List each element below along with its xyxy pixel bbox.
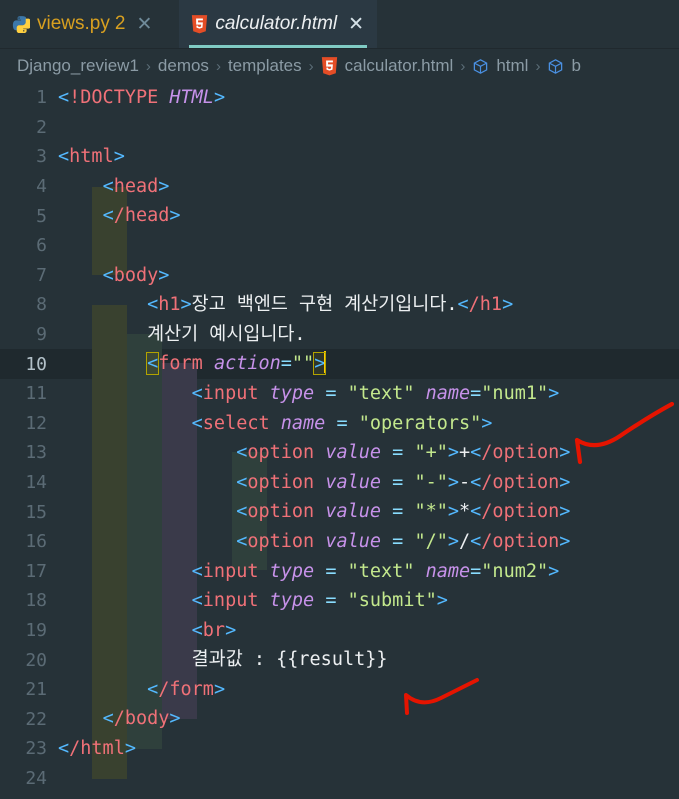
code-line-24[interactable]: 24 (0, 764, 679, 794)
line-number: 17 (25, 560, 47, 582)
code-text: <body> (102, 264, 170, 286)
code-line-4[interactable]: 4 <head> (0, 172, 679, 202)
cube-icon (547, 58, 564, 75)
code-text: <!DOCTYPE HTML> (58, 87, 226, 108)
code-line-13[interactable]: 13 <option value = "+">+</option> (0, 438, 679, 468)
code-text: 계산기 예시입니다. (58, 323, 306, 345)
code-line-7[interactable]: 7 <body> (0, 261, 679, 291)
tab-label: calculator.html (215, 13, 338, 34)
html5-icon (191, 14, 208, 34)
line-number: 8 (36, 294, 47, 316)
tab-calculator-html[interactable]: calculator.html ✕ (179, 0, 378, 48)
code-line-18[interactable]: 18 <input type = "submit"> (0, 586, 679, 616)
code-text: <option value = "*">*</option> (236, 501, 571, 523)
line-number: 20 (25, 649, 47, 671)
code-text: </form> (147, 678, 226, 700)
code-text: <input type = "text" name="num1"> (191, 382, 560, 404)
code-line-17[interactable]: 17 <input type = "text" name="num2"> (0, 557, 679, 587)
breadcrumb-item-project[interactable]: Django_review1 (17, 56, 139, 76)
line-number: 14 (25, 472, 47, 494)
code-line-8[interactable]: 8 <h1>장고 백엔드 구현 계산기입니다.</h1> (0, 290, 679, 320)
tab-views-py[interactable]: views.py 2 ✕ (0, 0, 165, 48)
close-icon[interactable]: ✕ (136, 14, 152, 34)
code-lines: 1 <!DOCTYPE HTML> 2 3 <html> 4 <head> 5 </head… (0, 83, 679, 793)
code-line-19[interactable]: 19 <br> (0, 616, 679, 646)
line-number: 24 (25, 767, 47, 789)
line-number: 11 (25, 383, 47, 405)
code-line-6[interactable]: 6 (0, 231, 679, 261)
line-number: 3 (36, 146, 47, 168)
line-number: 23 (25, 738, 47, 760)
breadcrumb-item-templates[interactable]: templates (228, 56, 302, 76)
breadcrumb: Django_review1 › demos › templates › cal… (0, 49, 679, 83)
line-number: 1 (36, 87, 47, 109)
code-line-20[interactable]: 20 결과값 : {{result}} (0, 645, 679, 675)
code-text: <option value = "/">/</option> (236, 530, 571, 552)
code-line-21[interactable]: 21 </form> (0, 675, 679, 705)
line-number: 22 (25, 708, 47, 730)
breadcrumb-separator: › (215, 57, 221, 75)
code-text: <form action=""> (146, 351, 327, 376)
line-number: 13 (25, 442, 47, 464)
breadcrumb-item-file[interactable]: calculator.html (345, 56, 454, 76)
code-text: <input type = "submit"> (191, 590, 448, 612)
code-text: <head> (102, 175, 170, 197)
tab-label: views.py (37, 13, 110, 34)
breadcrumb-item-html[interactable]: html (496, 56, 528, 76)
editor-tab-bar: views.py 2 ✕ calculator.html ✕ (0, 0, 679, 49)
line-number: 10 (25, 353, 47, 375)
code-line-12[interactable]: 12 <select name = "operators"> (0, 409, 679, 439)
line-number: 21 (25, 679, 47, 701)
python-icon (12, 15, 30, 33)
code-line-16[interactable]: 16 <option value = "/">/</option> (0, 527, 679, 557)
code-text: <h1>장고 백엔드 구현 계산기입니다.</h1> (147, 294, 514, 316)
text-caret (324, 351, 327, 374)
code-line-3[interactable]: 3 <html> (0, 142, 679, 172)
code-text: </head> (102, 205, 181, 227)
line-number: 6 (36, 235, 47, 257)
code-text: <option value = "-">-</option> (236, 471, 571, 493)
code-text: </html> (58, 738, 136, 760)
code-line-14[interactable]: 14 <option value = "-">-</option> (0, 468, 679, 498)
code-line-2[interactable]: 2 (0, 113, 679, 143)
line-number: 19 (25, 619, 47, 641)
html5-icon (321, 56, 338, 76)
code-editor[interactable]: 1 <!DOCTYPE HTML> 2 3 <html> 4 <head> 5 </head… (0, 83, 679, 799)
line-number: 4 (36, 176, 47, 198)
line-number: 16 (25, 531, 47, 553)
line-number: 12 (25, 412, 47, 434)
code-text: </body> (102, 708, 181, 730)
code-text: <br> (191, 619, 237, 641)
breadcrumb-separator: › (145, 57, 151, 75)
breadcrumb-separator: › (308, 57, 314, 75)
line-number: 7 (36, 264, 47, 286)
line-number: 9 (36, 324, 47, 346)
cube-icon (472, 58, 489, 75)
code-text: 결과값 : {{result}} (58, 649, 388, 671)
breadcrumb-separator: › (535, 57, 541, 75)
code-text: <input type = "text" name="num2"> (191, 560, 560, 582)
line-number: 18 (25, 590, 47, 612)
tab-modified-count: 2 (114, 13, 126, 34)
code-text: <html> (58, 146, 125, 168)
breadcrumb-separator: › (460, 57, 466, 75)
code-text: <select name = "operators"> (191, 412, 493, 434)
code-line-10[interactable]: 10 <form action=""> (0, 349, 679, 379)
code-line-11[interactable]: 11 <input type = "text" name="num1"> (0, 379, 679, 409)
code-line-22[interactable]: 22 </body> (0, 704, 679, 734)
close-icon[interactable]: ✕ (348, 14, 364, 34)
breadcrumb-item-demos[interactable]: demos (158, 56, 209, 76)
code-line-9[interactable]: 9 계산기 예시입니다. (0, 320, 679, 350)
code-line-15[interactable]: 15 <option value = "*">*</option> (0, 497, 679, 527)
line-number: 5 (36, 205, 47, 227)
line-number: 2 (36, 116, 47, 138)
code-line-5[interactable]: 5 </head> (0, 201, 679, 231)
code-line-23[interactable]: 23 </html> (0, 734, 679, 764)
code-line-1[interactable]: 1 <!DOCTYPE HTML> (0, 83, 679, 113)
breadcrumb-item-body[interactable]: b (571, 56, 580, 76)
code-text: <option value = "+">+</option> (236, 442, 571, 464)
line-number: 15 (25, 501, 47, 523)
